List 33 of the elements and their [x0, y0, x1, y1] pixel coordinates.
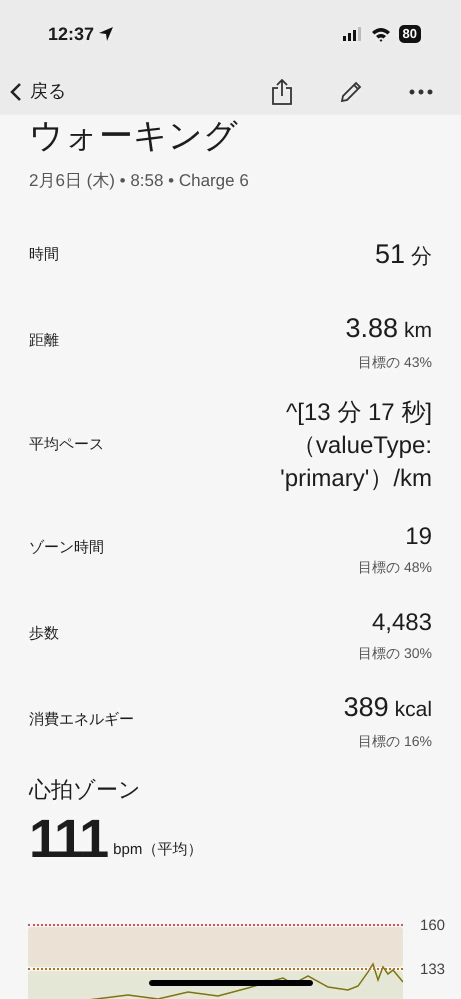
goal-progress-text: 目標の 30% — [358, 644, 432, 662]
heart-rate-unit: bpm（平均） — [113, 840, 202, 860]
goal-progress-text: 目標の 16% — [358, 732, 432, 750]
back-button[interactable]: 戻る — [10, 78, 66, 105]
axis-tick-label: 133 — [420, 960, 446, 980]
stat-value: ^[13 分 17 秒]（valueType: 'primary'）/km — [279, 398, 432, 494]
goal-progress-text: 目標の 48% — [358, 558, 432, 576]
stat-label: 歩数 — [29, 624, 59, 644]
battery-level: 80 — [398, 25, 421, 43]
status-time: 12:37 — [48, 22, 94, 46]
back-chevron-icon — [10, 82, 22, 102]
stat-label: 時間 — [29, 245, 59, 266]
stat-label: 消費エネルギー — [29, 710, 134, 730]
share-icon[interactable] — [271, 78, 293, 104]
workout-subtitle: 2月6日 (木) • 8:58 • Charge 6 — [29, 170, 250, 192]
stat-label: 距離 — [29, 331, 59, 352]
axis-tick-label: 160 — [420, 916, 446, 936]
stat-value: 51 分 — [374, 238, 432, 271]
section-title: 心拍ゾーン — [29, 776, 142, 804]
stat-value: 3.88 km — [345, 312, 432, 344]
page-title: ウォーキング — [29, 116, 239, 156]
signal-icon — [342, 27, 363, 41]
wifi-icon — [370, 26, 391, 42]
location-arrow-icon — [98, 26, 114, 42]
more-icon[interactable] — [409, 88, 433, 94]
edit-pencil-icon[interactable] — [339, 80, 363, 104]
average-heart-rate: 111 — [29, 812, 108, 866]
stat-value: 19 — [405, 522, 432, 552]
stat-value: 389 kcal — [344, 690, 432, 724]
stat-label: ゾーン時間 — [29, 538, 104, 558]
goal-progress-text: 目標の 43% — [358, 352, 432, 372]
stat-label: 平均ペース — [29, 434, 104, 455]
stat-value: 4,483 — [372, 608, 432, 638]
